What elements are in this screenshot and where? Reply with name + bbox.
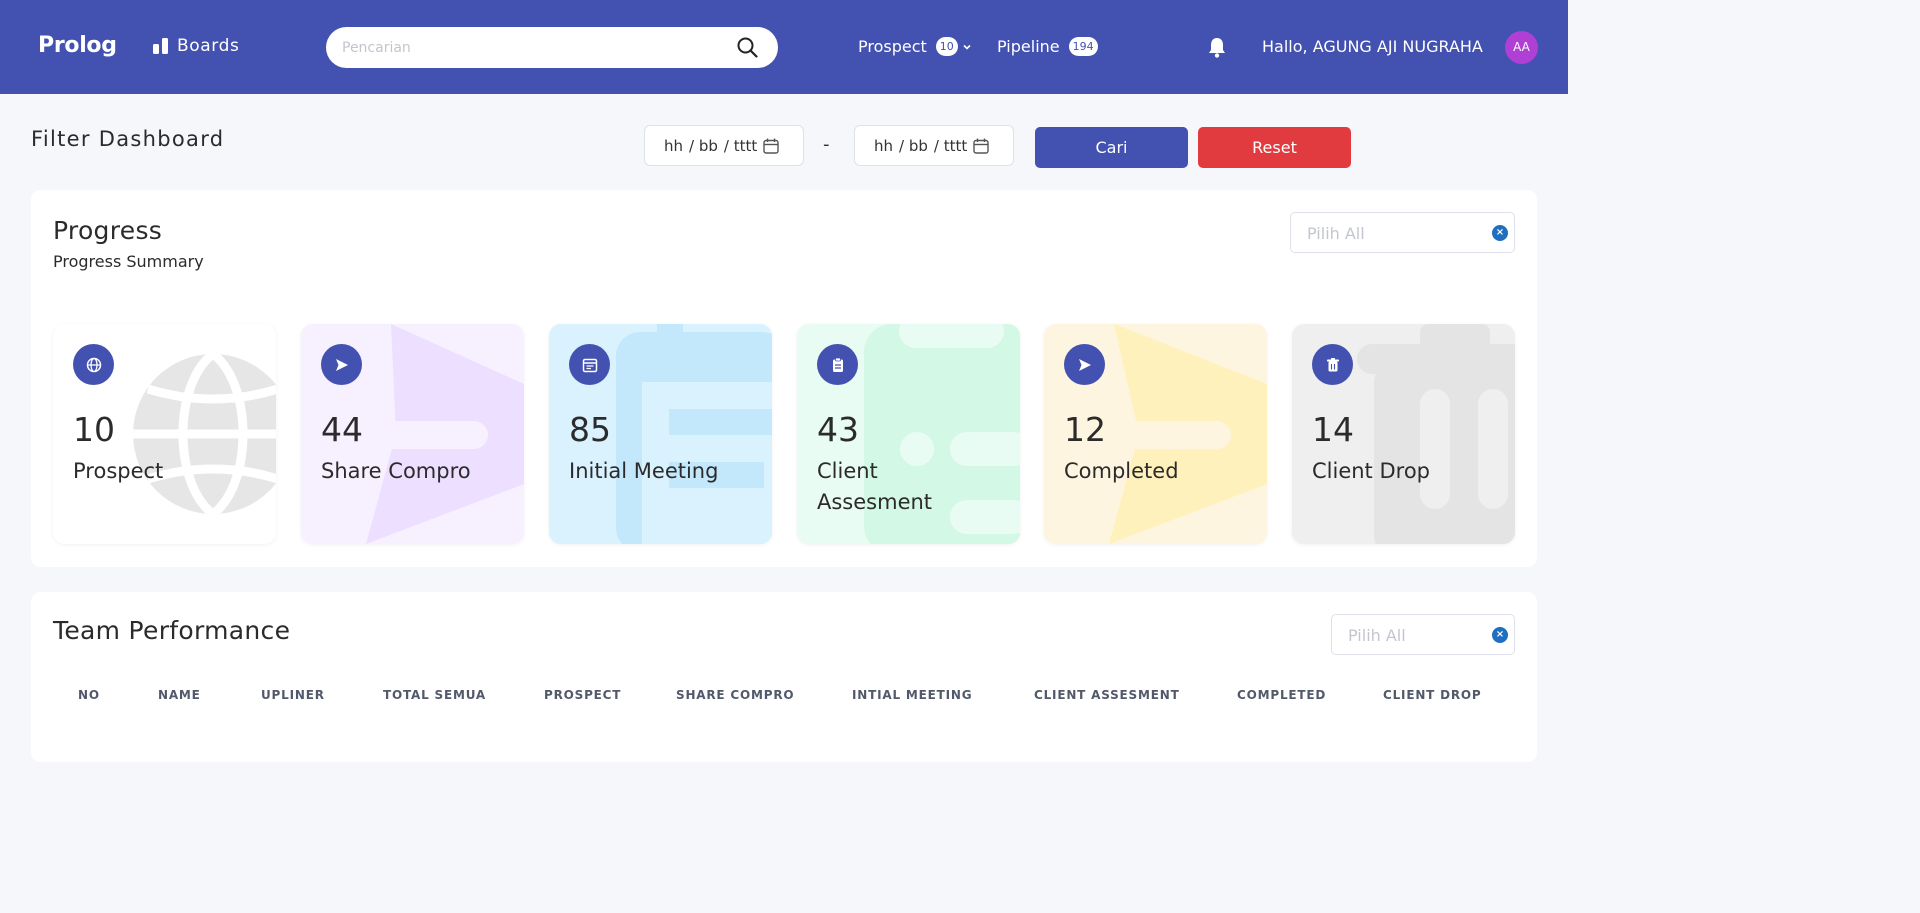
stat-label: Initial Meeting	[569, 459, 719, 483]
clipboard-icon	[817, 344, 858, 385]
progress-filter-select[interactable]: Pilih All ×	[1290, 212, 1515, 253]
chevron-down-icon	[963, 44, 971, 50]
search-button[interactable]: Cari	[1035, 127, 1188, 168]
stat-card-initial-meeting[interactable]: 85 Initial Meeting	[549, 324, 772, 544]
stat-label: Client Drop	[1312, 459, 1430, 483]
team-select-value: Pilih All	[1348, 626, 1406, 645]
start-year-segment: tttt	[733, 136, 758, 155]
stat-label: Client Assesment	[817, 459, 933, 514]
team-filter-select[interactable]: Pilih All ×	[1331, 614, 1515, 655]
stat-card-client-assesment[interactable]: 43 Client Assesment	[797, 324, 1020, 544]
reset-button[interactable]: Reset	[1198, 127, 1351, 168]
stat-card-prospect[interactable]: 10 Prospect	[53, 324, 276, 544]
send-icon	[1064, 344, 1105, 385]
date-range-separator: -	[823, 134, 830, 155]
prospect-count-badge: 10	[935, 37, 958, 56]
boards-icon	[153, 38, 168, 54]
pipeline-nav-label: Pipeline	[997, 37, 1060, 56]
column-header-upliner[interactable]: UPLINER	[261, 688, 325, 702]
column-header-client-drop[interactable]: CLIENT DROP	[1383, 688, 1482, 702]
end-year-segment: tttt	[943, 136, 968, 155]
progress-panel: Progress Progress Summary Pilih All × 10…	[31, 190, 1537, 567]
stat-value: 44	[321, 410, 363, 449]
column-header-client-assesment[interactable]: CLIENT ASSESMENT	[1034, 688, 1180, 702]
stat-label: Share Compro	[321, 459, 471, 483]
trash-icon	[1312, 344, 1353, 385]
stat-value: 12	[1064, 410, 1106, 449]
stat-card-completed[interactable]: 12 Completed	[1044, 324, 1267, 544]
search-bar	[326, 27, 778, 68]
pipeline-count-badge: 194	[1068, 37, 1098, 56]
avatar[interactable]: AA	[1505, 31, 1538, 64]
stat-value: 43	[817, 410, 859, 449]
column-header-name[interactable]: NAME	[158, 688, 201, 702]
boards-label: Boards	[177, 36, 240, 56]
calendar-icon	[569, 344, 610, 385]
prospect-dropdown[interactable]: Prospect 10	[858, 37, 972, 56]
app-logo[interactable]: Prolog	[38, 33, 117, 58]
filter-title: Filter Dashboard	[31, 127, 225, 151]
team-performance-panel: Team Performance Pilih All × NO NAME UPL…	[31, 592, 1537, 762]
stat-label: Prospect	[73, 459, 164, 483]
end-day-segment: hh	[874, 136, 894, 155]
end-month-segment: bb	[908, 136, 928, 155]
start-day-segment: hh	[664, 136, 684, 155]
table-header: NO NAME UPLINER TOTAL SEMUA PROSPECT SHA…	[31, 688, 1537, 708]
column-header-completed[interactable]: COMPLETED	[1237, 688, 1326, 702]
prospect-nav-label: Prospect	[858, 37, 927, 56]
stat-value: 85	[569, 410, 611, 449]
stat-card-share-compro[interactable]: 44 Share Compro	[301, 324, 524, 544]
send-icon	[321, 344, 362, 385]
stat-value: 14	[1312, 410, 1354, 449]
boards-link[interactable]: Boards	[152, 36, 239, 56]
team-performance-title: Team Performance	[53, 616, 291, 645]
calendar-icon[interactable]	[973, 138, 989, 154]
pipeline-link[interactable]: Pipeline 194	[997, 37, 1098, 56]
column-header-no[interactable]: NO	[78, 688, 100, 702]
search-input[interactable]	[342, 27, 722, 68]
column-header-initial-meeting[interactable]: INTIAL MEETING	[852, 688, 972, 702]
calendar-icon[interactable]	[763, 138, 779, 154]
stat-value: 10	[73, 410, 115, 449]
globe-icon	[73, 344, 114, 385]
stat-label: Completed	[1064, 459, 1179, 483]
progress-title: Progress	[53, 216, 163, 245]
stat-card-client-drop[interactable]: 14 Client Drop	[1292, 324, 1515, 544]
progress-subtitle: Progress Summary	[53, 252, 204, 271]
search-icon[interactable]	[737, 37, 758, 58]
bell-icon[interactable]	[1207, 36, 1227, 58]
user-greeting: Hallo, AGUNG AJI NUGRAHA	[1262, 37, 1483, 56]
start-date-input[interactable]: hh / bb / tttt	[644, 125, 804, 166]
end-date-input[interactable]: hh / bb / tttt	[854, 125, 1014, 166]
clear-icon[interactable]: ×	[1492, 627, 1508, 643]
progress-select-value: Pilih All	[1307, 224, 1365, 243]
start-month-segment: bb	[698, 136, 718, 155]
column-header-prospect[interactable]: PROSPECT	[544, 688, 621, 702]
column-header-share-compro[interactable]: SHARE COMPRO	[676, 688, 794, 702]
top-navbar: Prolog Boards Prospect 10 Pipeline 194 H…	[0, 0, 1568, 94]
column-header-total-semua[interactable]: TOTAL SEMUA	[383, 688, 486, 702]
clear-icon[interactable]: ×	[1492, 225, 1508, 241]
